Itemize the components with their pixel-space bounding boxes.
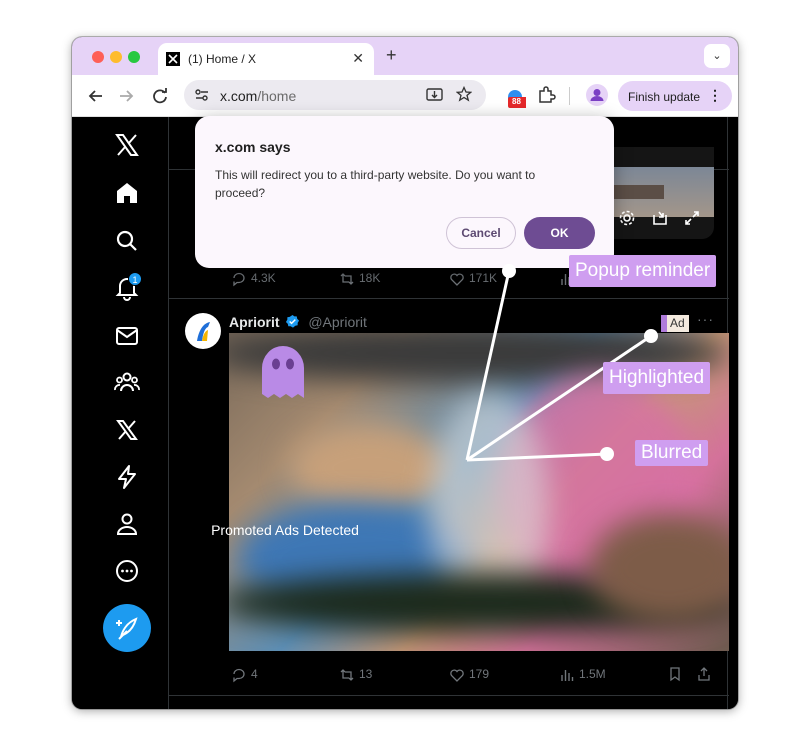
communities-icon[interactable] (113, 368, 141, 396)
compose-post-button[interactable] (103, 604, 151, 652)
divider (169, 695, 729, 696)
url-path: /home (257, 88, 297, 104)
ad-label: Ad (661, 315, 689, 332)
bookmark-star-icon[interactable] (455, 85, 473, 107)
minimize-window-button[interactable] (110, 51, 122, 63)
author-name: Apriorit (229, 314, 280, 330)
repost-icon (340, 273, 354, 285)
x-logo-icon[interactable] (113, 131, 141, 159)
search-icon[interactable] (113, 227, 141, 255)
toolbar-divider (569, 87, 570, 105)
tweet-author[interactable]: Apriorit @Apriorit (229, 314, 367, 330)
repost-count: 18K (359, 271, 381, 286)
premium-icon[interactable] (113, 416, 141, 444)
author-handle: @Apriorit (308, 314, 367, 330)
finish-update-button[interactable]: Finish update ⋮ (618, 81, 732, 111)
more-icon[interactable] (113, 557, 141, 585)
finish-update-label: Finish update (628, 90, 701, 104)
reply-count: 4.3K (251, 271, 276, 286)
notification-count-badge: 1 (128, 272, 142, 286)
tab-search-button[interactable]: ⌄ (704, 44, 730, 68)
extension-ghost-icon[interactable]: 88 (504, 85, 528, 114)
more-options-icon[interactable]: ··· (697, 311, 714, 327)
profile-icon[interactable] (113, 510, 141, 538)
reload-icon[interactable] (148, 84, 172, 108)
views-icon (561, 670, 574, 681)
extensions-puzzle-icon[interactable] (536, 85, 556, 110)
x-favicon-icon (166, 52, 180, 66)
site-settings-icon[interactable] (194, 87, 210, 108)
like-icon (450, 669, 464, 682)
reply-action[interactable]: 4 (231, 667, 258, 683)
repost-action[interactable]: 18K (339, 271, 380, 287)
tab-home[interactable]: (1) Home / X ✕ (158, 43, 374, 75)
feather-icon (116, 617, 138, 640)
pip-icon[interactable] (651, 209, 669, 232)
tab-title: (1) Home / X (188, 52, 257, 66)
like-count: 179 (469, 667, 490, 682)
url-text: x.com/home (220, 88, 296, 104)
address-bar[interactable]: x.com/home (184, 80, 486, 110)
views-count: 1.5M (579, 667, 606, 682)
highlighted-callout: Highlighted (603, 362, 711, 394)
like-action[interactable]: 171K (449, 271, 497, 287)
url-host: x.com (220, 88, 258, 104)
divider (169, 298, 729, 299)
profile-avatar[interactable] (586, 84, 608, 106)
like-icon (450, 273, 464, 286)
extension-badge: 88 (512, 97, 521, 106)
bookmark-icon[interactable] (667, 666, 683, 687)
close-window-button[interactable] (92, 51, 104, 63)
home-icon[interactable] (113, 179, 141, 207)
zoom-window-button[interactable] (128, 51, 140, 63)
dialog-message: This will redirect you to a third-party … (215, 168, 536, 200)
dialog-title: x.com says (215, 139, 291, 155)
forward-icon[interactable] (114, 84, 138, 108)
promoted-ads-detected-label: Promoted Ads Detected (211, 522, 359, 538)
popup-reminder-callout: Popup reminder (569, 255, 717, 287)
verified-badge-icon (286, 314, 300, 328)
install-app-icon[interactable] (426, 87, 444, 108)
reply-icon (233, 272, 245, 287)
share-icon[interactable] (696, 666, 712, 687)
reply-count: 4 (251, 667, 258, 682)
repost-count: 13 (359, 667, 373, 682)
close-tab-icon[interactable]: ✕ (352, 50, 364, 67)
repost-action[interactable]: 13 (339, 667, 372, 683)
tab-bar: (1) Home / X ✕ + ⌄ (72, 37, 738, 75)
browser-menu-icon[interactable]: ⋮ (708, 87, 722, 104)
apriorit-logo-icon (197, 322, 210, 341)
like-count: 171K (469, 271, 498, 286)
verified-orgs-icon[interactable] (113, 463, 141, 491)
fullscreen-icon[interactable] (683, 209, 701, 232)
like-action[interactable]: 179 (449, 667, 489, 683)
notifications-icon[interactable]: 1 (113, 272, 142, 302)
reply-action[interactable]: 4.3K (231, 271, 276, 287)
confirm-dialog: x.com says This will redirect you to a t… (195, 116, 614, 268)
back-icon[interactable] (84, 84, 108, 108)
video-settings-icon[interactable] (618, 209, 636, 232)
ghost-detector-icon (258, 340, 308, 400)
messages-icon[interactable] (113, 322, 141, 350)
blurred-callout: Blurred (635, 440, 709, 466)
new-tab-button[interactable]: + (386, 45, 397, 66)
views-action[interactable]: 1.5M (559, 667, 606, 683)
ok-button[interactable]: OK (524, 217, 595, 249)
reply-icon (233, 668, 245, 683)
browser-toolbar: x.com/home 88 Finish update ⋮ (72, 75, 738, 117)
avatar[interactable] (185, 313, 221, 349)
cancel-button[interactable]: Cancel (446, 217, 516, 249)
repost-icon (340, 669, 354, 681)
